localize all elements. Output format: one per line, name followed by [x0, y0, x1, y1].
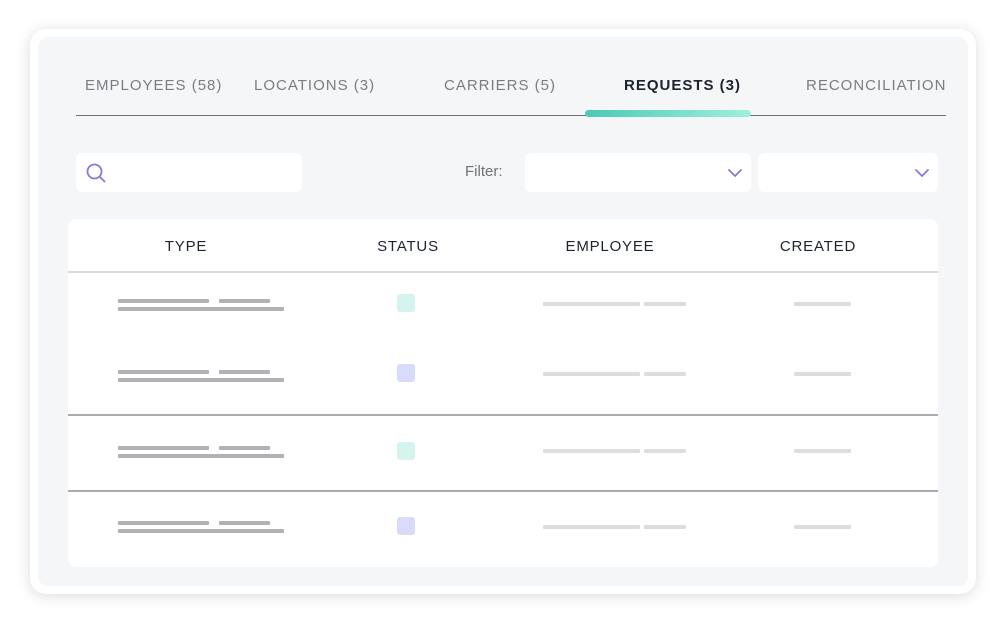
- filter-select-2[interactable]: [758, 153, 938, 192]
- content-panel: EMPLOYEES (58) LOCATIONS (3) CARRIERS (5…: [38, 37, 968, 586]
- employee-placeholder: [543, 525, 640, 529]
- type-placeholder: [118, 378, 284, 382]
- employee-placeholder: [644, 525, 686, 529]
- filter-label: Filter:: [465, 163, 503, 180]
- column-header-employee[interactable]: EMPLOYEE: [566, 238, 655, 255]
- created-placeholder: [794, 525, 851, 529]
- search-box[interactable]: [76, 153, 302, 192]
- filter-select-1[interactable]: [525, 153, 751, 192]
- type-placeholder: [219, 521, 270, 525]
- requests-card: EMPLOYEES (58) LOCATIONS (3) CARRIERS (5…: [30, 29, 976, 594]
- search-icon: [86, 163, 106, 183]
- active-tab-indicator: [585, 110, 751, 117]
- status-badge: [397, 442, 415, 460]
- requests-table: TYPE STATUS EMPLOYEE CREATED: [68, 219, 938, 567]
- column-header-status[interactable]: STATUS: [377, 238, 439, 255]
- type-placeholder: [118, 307, 284, 311]
- created-placeholder: [794, 449, 851, 453]
- column-header-created[interactable]: CREATED: [780, 238, 856, 255]
- tab-bar: EMPLOYEES (58) LOCATIONS (3) CARRIERS (5…: [76, 67, 946, 116]
- column-header-type[interactable]: TYPE: [165, 238, 207, 255]
- employee-placeholder: [543, 302, 640, 306]
- type-placeholder: [219, 446, 270, 450]
- row-divider: [68, 490, 938, 492]
- status-badge: [397, 517, 415, 535]
- type-placeholder: [118, 521, 209, 525]
- created-placeholder: [794, 372, 851, 376]
- type-placeholder: [219, 299, 270, 303]
- type-placeholder: [219, 370, 270, 374]
- employee-placeholder: [543, 372, 640, 376]
- tab-locations[interactable]: LOCATIONS (3): [254, 77, 375, 94]
- status-badge: [397, 294, 415, 312]
- chevron-down-icon: [728, 169, 742, 177]
- status-badge: [397, 364, 415, 382]
- type-placeholder: [118, 370, 209, 374]
- tab-employees[interactable]: EMPLOYEES (58): [85, 77, 222, 94]
- tab-reconciliation[interactable]: RECONCILIATION: [806, 77, 946, 94]
- chevron-down-icon: [915, 169, 929, 177]
- created-placeholder: [794, 302, 851, 306]
- employee-placeholder: [644, 372, 686, 376]
- search-input[interactable]: [112, 161, 296, 185]
- type-placeholder: [118, 529, 284, 533]
- type-placeholder: [118, 454, 284, 458]
- row-divider: [68, 414, 938, 416]
- type-placeholder: [118, 299, 209, 303]
- header-divider: [68, 271, 938, 273]
- employee-placeholder: [644, 449, 686, 453]
- tab-carriers[interactable]: CARRIERS (5): [444, 77, 556, 94]
- employee-placeholder: [543, 449, 640, 453]
- type-placeholder: [118, 446, 209, 450]
- employee-placeholder: [644, 302, 686, 306]
- tab-requests[interactable]: REQUESTS (3): [624, 77, 741, 94]
